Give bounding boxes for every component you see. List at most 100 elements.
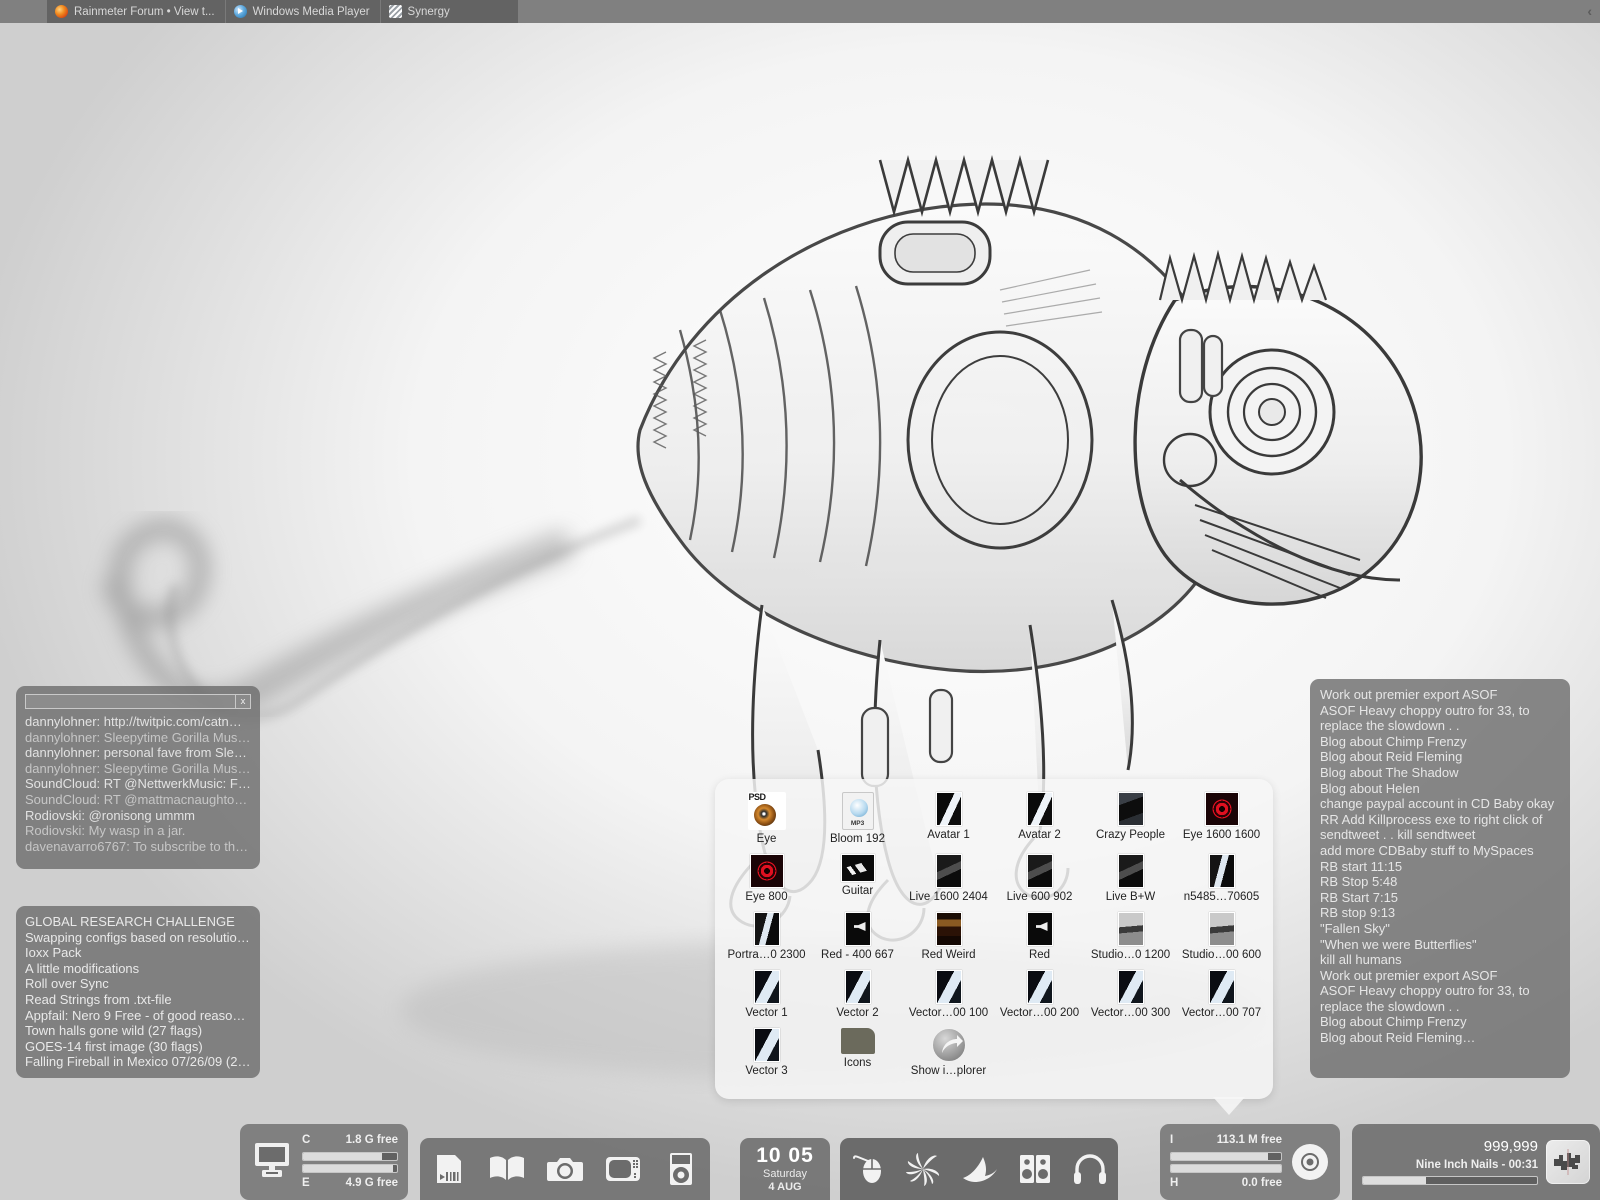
list-item[interactable]: Blog about Reid Fleming [1320,749,1560,765]
taskbar-button-windows-media-player[interactable]: Windows Media Player [226,0,381,23]
list-item[interactable]: Vector…00 200 [994,967,1085,1023]
icon-label: Vector…00 200 [999,1007,1080,1019]
list-item[interactable]: "When we were Butterflies" [1320,937,1560,953]
music-player-widget: 999,999 Nine Inch Nails - 00:31 [1352,1124,1600,1200]
mouse-icon[interactable] [845,1146,891,1192]
list-item[interactable]: Blog about Chimp Frenzy [1320,734,1560,750]
list-item[interactable]: Ioxx Pack [25,945,251,961]
list-item[interactable]: dannylohner: Sleepytime Gorilla Muse… [25,761,251,777]
taskbar-window-buttons: Rainmeter Forum • View t... Windows Medi… [47,0,518,23]
player-progress-bar[interactable] [1362,1176,1538,1185]
list-item[interactable]: ASOF Heavy choppy outro for 33, to [1320,983,1560,999]
list-item[interactable]: Eye 800 [721,851,812,907]
vector-thumb [1208,970,1235,1004]
list-item[interactable]: RB Stop 5:48 [1320,874,1560,890]
list-item[interactable]: change paypal account in CD Baby okay [1320,796,1560,812]
close-button[interactable]: x [235,694,251,709]
list-item[interactable]: add more CDBaby stuff to MySpaces [1320,843,1560,859]
list-item[interactable]: Rodiovski: My wasp in a jar. [25,823,251,839]
tray-chevron-icon[interactable]: ‹ [1587,4,1592,18]
list-item[interactable]: Vector…00 100 [903,967,994,1023]
list-item[interactable]: Live 1600 2404 [903,851,994,907]
list-item[interactable]: Vector 2 [812,967,903,1023]
list-item[interactable]: Guitar [812,851,903,907]
list-item[interactable]: ASOF Heavy choppy outro for 33, to [1320,703,1560,719]
list-item[interactable]: Live 600 902 [994,851,1085,907]
boomerang-icon[interactable] [956,1146,1002,1192]
clock-widget[interactable]: 10 05 Saturday 4 AUG [740,1138,830,1200]
open-book-icon[interactable] [484,1146,530,1192]
list-item[interactable]: Eye 1600 1600 [1176,789,1267,849]
list-item[interactable]: kill all humans [1320,952,1560,968]
list-item[interactable]: SoundCloud: RT @mattmacnaughton:… [25,792,251,808]
list-item[interactable]: Vector 3 [721,1025,812,1081]
barcode-document-icon[interactable] [426,1146,472,1192]
list-item[interactable]: Roll over Sync [25,976,251,992]
icon-label: Vector 1 [745,1007,788,1019]
list-item[interactable]: Appfail: Nero 9 Free - of good reasons… [25,1008,251,1024]
taskbar-button-firefox[interactable]: Rainmeter Forum • View t... [47,0,226,23]
list-item[interactable]: GOES-14 first image (30 flags) [25,1039,251,1055]
list-item[interactable]: dannylohner: http://twitpic.com/catn… [25,714,251,730]
list-item[interactable]: Bloom 192 [812,789,903,849]
list-item[interactable]: dannylohner: personal fave from Slee… [25,745,251,761]
psd-file-icon [747,792,786,830]
icon-label: Studio…00 600 [1181,949,1262,961]
list-item[interactable]: Blog about Reid Fleming… [1320,1030,1560,1046]
speakers-icon[interactable] [1012,1146,1058,1192]
list-item[interactable]: Show i…plorer [903,1025,994,1081]
list-item[interactable]: dannylohner: Sleepytime Gorilla Muse… [25,730,251,746]
list-item[interactable]: n5485…70605 [1176,851,1267,907]
camera-icon[interactable] [542,1146,588,1192]
list-item[interactable]: "Fallen Sky" [1320,921,1560,937]
icon-label: Live 1600 2404 [909,891,988,903]
list-item[interactable]: Avatar 2 [994,789,1085,849]
clock-date: 4 AUG [768,1180,802,1193]
list-item[interactable]: Studio…0 1200 [1085,909,1176,965]
list-item[interactable]: Blog about Helen [1320,781,1560,797]
list-item[interactable]: Red [994,909,1085,965]
album-art-icon[interactable] [1546,1140,1590,1184]
list-item[interactable]: Falling Fireball in Mexico 07/26/09 (24… [25,1054,251,1070]
list-item[interactable]: Icons [812,1025,903,1081]
list-item[interactable]: replace the slowdown . . [1320,999,1560,1015]
list-item[interactable]: A little modifications [25,961,251,977]
list-item[interactable]: Work out premier export ASOF [1320,687,1560,703]
list-item[interactable]: Portra…0 2300 [721,909,812,965]
list-item[interactable]: replace the slowdown . . [1320,718,1560,734]
icon-label: Red [1028,949,1051,961]
list-item[interactable]: Vector…00 300 [1085,967,1176,1023]
list-item[interactable]: RR Add Killprocess exe to right click of [1320,812,1560,828]
list-item[interactable]: Crazy People [1085,789,1176,849]
icon-label: Portra…0 2300 [727,949,806,961]
list-item[interactable]: Live B+W [1085,851,1176,907]
list-item[interactable]: Read Strings from .txt-file [25,992,251,1008]
list-item[interactable]: Eye [721,789,812,849]
list-item[interactable]: Blog about Chimp Frenzy [1320,1014,1560,1030]
list-item[interactable]: Town halls gone wild (27 flags) [25,1023,251,1039]
list-item[interactable]: RB Start 7:15 [1320,890,1560,906]
list-item[interactable]: davenavarro6767: To subscribe to the… [25,839,251,855]
list-item[interactable]: Rodiovski: @ronisong ummm [25,808,251,824]
list-item[interactable]: Vector 1 [721,967,812,1023]
list-item[interactable]: Work out premier export ASOF [1320,968,1560,984]
list-item[interactable]: Swapping configs based on resolution… [25,930,251,946]
spiral-swirl-icon[interactable] [900,1146,946,1192]
headphones-icon[interactable] [1067,1146,1113,1192]
list-item[interactable]: Studio…00 600 [1176,909,1267,965]
list-item[interactable]: Red - 400 667 [812,909,903,965]
taskbar-button-synergy[interactable]: Synergy [381,0,460,23]
ipod-icon[interactable] [658,1146,704,1192]
list-item[interactable]: sendtweet . . kill sendtweet [1320,827,1560,843]
list-item[interactable]: Vector…00 707 [1176,967,1267,1023]
list-item[interactable]: SoundCloud: RT @NettwerkMusic: Feli… [25,776,251,792]
optical-disc-icon[interactable] [1290,1142,1330,1182]
list-item[interactable]: Red Weird [903,909,994,965]
list-item[interactable]: Avatar 1 [903,789,994,849]
list-item[interactable]: RB stop 9:13 [1320,905,1560,921]
list-item[interactable]: GLOBAL RESEARCH CHALLENGE [25,914,251,930]
search-input[interactable] [25,694,235,709]
list-item[interactable]: RB start 11:15 [1320,859,1560,875]
television-icon[interactable] [600,1146,646,1192]
list-item[interactable]: Blog about The Shadow [1320,765,1560,781]
